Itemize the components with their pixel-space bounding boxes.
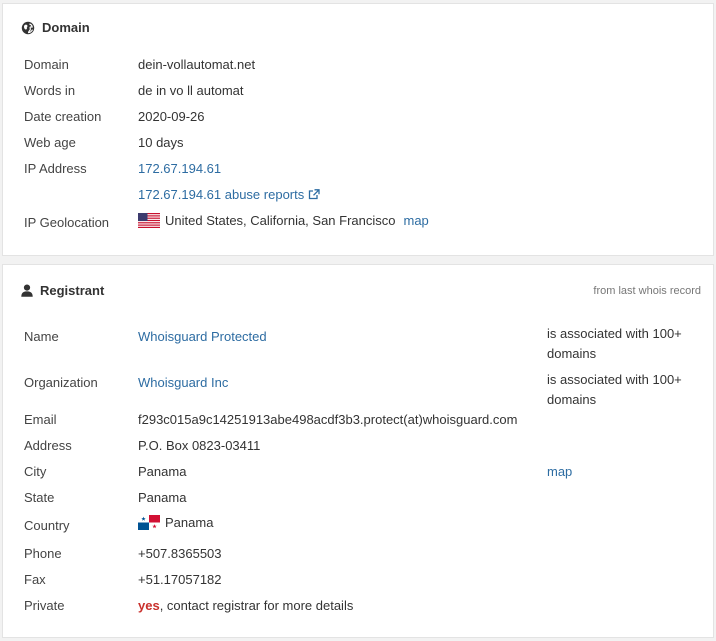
ip-geolocation-value-wrap: United States, California, San Francisco… bbox=[138, 213, 429, 228]
private-label: Private bbox=[24, 598, 65, 613]
fax-row: Fax +51.17057182 bbox=[3, 568, 713, 594]
name-association-text: is associated with 100+ domains bbox=[547, 326, 682, 361]
phone-row: Phone +507.8365503 bbox=[3, 542, 713, 568]
state-value: Panama bbox=[138, 490, 187, 505]
phone-value: +507.8365503 bbox=[138, 546, 222, 561]
words-row: Words in de in vo ll automat bbox=[3, 79, 713, 105]
domain-row: Domain dein-vollautomat.net bbox=[3, 53, 713, 79]
date-creation-row: Date creation 2020-09-26 bbox=[3, 105, 713, 131]
words-value: de in vo ll automat bbox=[138, 83, 244, 98]
abuse-reports-text: 172.67.194.61 abuse reports bbox=[138, 187, 305, 202]
domain-label: Domain bbox=[24, 57, 69, 72]
globe-icon bbox=[21, 21, 35, 34]
panama-flag-icon bbox=[138, 515, 160, 530]
us-flag-icon bbox=[138, 213, 160, 228]
state-row: State Panama bbox=[3, 486, 713, 512]
web-age-row: Web age 10 days bbox=[3, 131, 713, 157]
registrant-panel-title: Registrant bbox=[40, 283, 105, 298]
city-label: City bbox=[24, 464, 47, 479]
country-label: Country bbox=[24, 518, 70, 533]
registrant-panel-header: Registrant bbox=[21, 283, 104, 298]
address-label: Address bbox=[24, 438, 72, 453]
abuse-reports-link[interactable]: 172.67.194.61 abuse reports bbox=[138, 187, 320, 202]
private-value: yes, contact registrar for more details bbox=[138, 598, 353, 613]
country-value: Panama bbox=[165, 515, 214, 530]
date-creation-value: 2020-09-26 bbox=[138, 109, 205, 124]
organization-association-text: is associated with 100+ domains bbox=[547, 372, 682, 407]
email-label: Email bbox=[24, 412, 57, 427]
country-value-wrap: Panama bbox=[138, 515, 213, 530]
organization-row: Organization Whoisguard Inc is associate… bbox=[3, 370, 713, 412]
web-age-label: Web age bbox=[24, 135, 76, 150]
web-age-value: 10 days bbox=[138, 135, 184, 150]
name-row: Name Whoisguard Protected is associated … bbox=[3, 324, 713, 366]
phone-label: Phone bbox=[24, 546, 62, 561]
email-row: Email f293c015a9c14251913abe498acdf3b3.p… bbox=[3, 408, 713, 434]
fax-label: Fax bbox=[24, 572, 46, 587]
domain-panel: Domain Domain dein-vollautomat.net Words… bbox=[2, 3, 714, 256]
registrant-organization-link[interactable]: Whoisguard Inc bbox=[138, 375, 228, 390]
ip-address-label: IP Address bbox=[24, 161, 87, 176]
domain-value: dein-vollautomat.net bbox=[138, 57, 256, 72]
private-row: Private yes, contact registrar for more … bbox=[3, 594, 713, 620]
city-row: City Panama map bbox=[3, 460, 713, 486]
private-yes-text: yes bbox=[138, 598, 160, 613]
ip-geolocation-value: United States, California, San Francisco bbox=[165, 213, 396, 228]
address-value: P.O. Box 0823-03411 bbox=[138, 438, 261, 453]
abuse-reports-row: 172.67.194.61 abuse reports bbox=[3, 183, 713, 209]
city-map-link[interactable]: map bbox=[547, 464, 572, 479]
state-label: State bbox=[24, 490, 55, 505]
country-row: Country Panama bbox=[3, 514, 713, 540]
ip-address-row: IP Address 172.67.194.61 bbox=[3, 157, 713, 183]
geolocation-map-link[interactable]: map bbox=[404, 213, 429, 228]
external-link-icon bbox=[308, 189, 320, 200]
whois-record-note: from last whois record bbox=[593, 285, 701, 297]
registrant-panel: Registrant from last whois record Name W… bbox=[2, 264, 714, 638]
user-icon bbox=[21, 284, 33, 297]
domain-panel-title: Domain bbox=[42, 20, 90, 35]
date-creation-label: Date creation bbox=[24, 109, 102, 124]
name-label: Name bbox=[24, 329, 59, 344]
ip-geolocation-row: IP Geolocation United States, California… bbox=[3, 211, 713, 237]
private-detail-text: , contact registrar for more details bbox=[159, 598, 354, 613]
city-value: Panama bbox=[138, 464, 187, 479]
ip-address-link[interactable]: 172.67.194.61 bbox=[138, 161, 221, 176]
fax-value: +51.17057182 bbox=[138, 572, 222, 587]
ip-geolocation-label: IP Geolocation bbox=[24, 215, 110, 230]
words-label: Words in bbox=[24, 83, 76, 98]
address-row: Address P.O. Box 0823-03411 bbox=[3, 434, 713, 460]
email-value: f293c015a9c14251913abe498acdf3b3.protect… bbox=[138, 412, 518, 427]
registrant-name-link[interactable]: Whoisguard Protected bbox=[138, 329, 267, 344]
domain-panel-header: Domain bbox=[21, 20, 90, 35]
organization-label: Organization bbox=[24, 375, 98, 390]
